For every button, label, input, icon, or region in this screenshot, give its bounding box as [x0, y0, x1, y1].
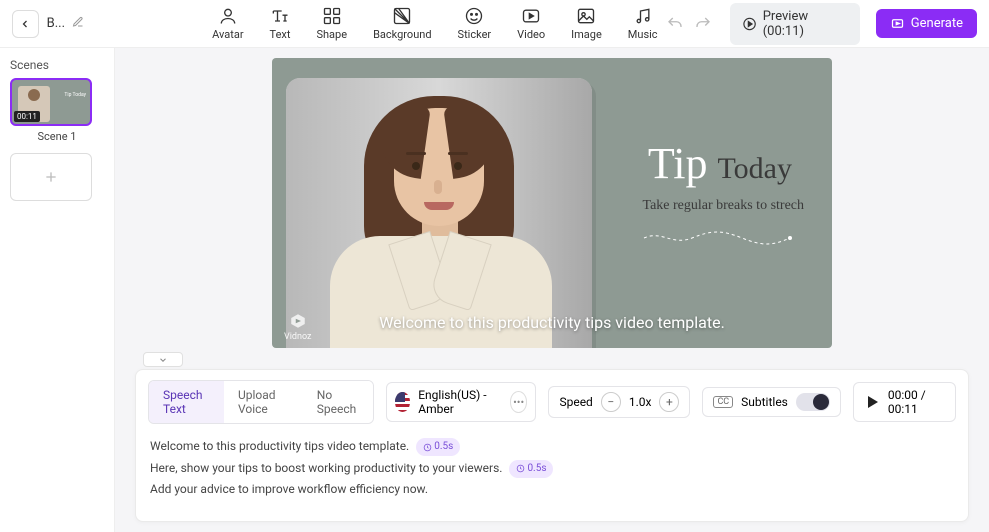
speech-mode-tabs: Speech Text Upload Voice No Speech [148, 380, 374, 424]
time-display: 00:00 / 00:11 [888, 388, 941, 416]
tab-speech-text[interactable]: Speech Text [149, 381, 224, 423]
top-toolbar: B... Avatar Text Shape Background [0, 0, 989, 48]
plus-icon [43, 169, 59, 185]
back-button[interactable] [12, 10, 39, 38]
tab-no-speech[interactable]: No Speech [303, 381, 373, 423]
clock-icon [516, 464, 525, 473]
insert-tools: Avatar Text Shape Background Sticker Vid… [212, 6, 657, 41]
play-circle-icon [742, 16, 757, 32]
scenes-sidebar: Scenes Tip Today 00:11 Scene 1 [0, 48, 115, 532]
cc-icon: CC [713, 396, 733, 408]
generate-icon [890, 16, 905, 31]
watermark-icon [289, 312, 307, 330]
play-button[interactable] [868, 396, 878, 408]
watermark: Vidnoz [284, 312, 312, 342]
tool-background[interactable]: Background [373, 6, 431, 41]
tool-text[interactable]: Text [270, 6, 291, 41]
speed-label: Speed [559, 395, 592, 409]
speed-control: Speed − 1.0x + [548, 386, 690, 418]
speed-plus-button[interactable]: + [659, 392, 679, 412]
project-title[interactable]: B... [47, 16, 64, 31]
edit-title-icon[interactable] [72, 16, 84, 31]
sidebar-title: Scenes [10, 58, 104, 72]
tab-upload-voice[interactable]: Upload Voice [224, 381, 303, 423]
voice-selector[interactable]: English(US) - Amber ••• [386, 382, 537, 422]
tool-image[interactable]: Image [571, 6, 602, 41]
scene-thumbnail-1[interactable]: Tip Today 00:11 [10, 78, 92, 126]
tool-avatar[interactable]: Avatar [212, 6, 243, 41]
squiggle-decoration [642, 228, 792, 248]
avatar-card[interactable] [286, 78, 592, 348]
duration-badge[interactable]: 0.5s [416, 438, 460, 456]
subtitles-control: CC Subtitles [702, 387, 840, 417]
history-controls [666, 15, 712, 33]
tool-shape[interactable]: Shape [316, 6, 347, 41]
speed-minus-button[interactable]: − [601, 392, 621, 412]
preview-button[interactable]: Preview (00:11) [730, 3, 860, 45]
canvas-area: Tip Today Take regular breaks to strech … [115, 48, 989, 532]
scene-duration-badge: 00:11 [14, 111, 40, 122]
avatar-figure [336, 86, 546, 348]
duration-badge[interactable]: 0.5s [509, 460, 553, 478]
flag-us-icon [395, 392, 411, 412]
redo-icon[interactable] [694, 15, 712, 33]
playback-box: 00:00 / 00:11 [853, 382, 956, 422]
caption-text[interactable]: Welcome to this productivity tips video … [379, 313, 725, 332]
undo-icon[interactable] [666, 15, 684, 33]
tool-music[interactable]: Music [628, 6, 658, 41]
clock-icon [423, 443, 432, 452]
canvas-title[interactable]: Tip Today [648, 138, 792, 189]
tool-video[interactable]: Video [517, 6, 545, 41]
tool-sticker[interactable]: Sticker [458, 6, 492, 41]
speed-value: 1.0x [629, 395, 652, 409]
chevron-down-icon [157, 355, 169, 365]
control-row: Speech Text Upload Voice No Speech Engli… [136, 370, 968, 434]
scene-label: Scene 1 [10, 130, 104, 143]
script-panel: Speech Text Upload Voice No Speech Engli… [135, 369, 969, 522]
canvas-subtitle[interactable]: Take regular breaks to strech [643, 198, 805, 214]
subtitles-toggle[interactable] [796, 393, 830, 411]
video-canvas[interactable]: Tip Today Take regular breaks to strech … [272, 58, 832, 348]
voice-options-icon[interactable]: ••• [510, 391, 528, 413]
add-scene-button[interactable] [10, 153, 92, 201]
script-textarea[interactable]: Welcome to this productivity tips video … [136, 434, 968, 521]
generate-button[interactable]: Generate [876, 9, 977, 38]
collapse-handle[interactable] [143, 352, 183, 367]
